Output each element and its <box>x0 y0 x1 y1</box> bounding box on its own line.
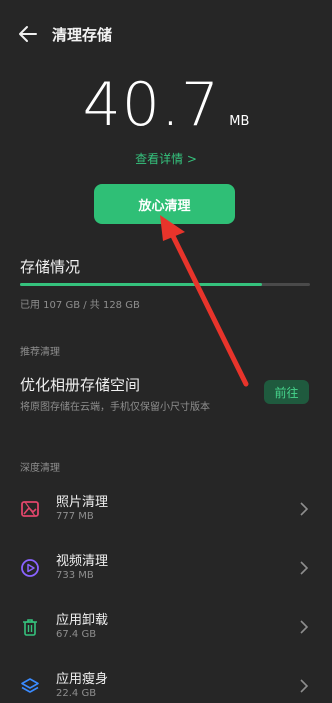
back-arrow-icon[interactable] <box>16 22 40 46</box>
chevron-right-icon <box>300 502 309 516</box>
layers-icon <box>21 678 39 693</box>
video-icon <box>21 559 39 577</box>
safe-clean-button[interactable]: 放心清理 <box>94 184 235 224</box>
photo-icon <box>21 501 39 517</box>
deep-clean-item-photos[interactable]: 照片清理 777 MB <box>0 487 332 537</box>
list-item-size: 22.4 GB <box>56 688 97 699</box>
goto-button[interactable]: 前往 <box>264 380 309 404</box>
junk-size-value: 40.7 <box>82 70 221 140</box>
deep-clean-item-videos[interactable]: 视频清理 733 MB <box>0 546 332 596</box>
list-item-name: 应用瘦身 <box>56 672 109 687</box>
optimize-album-subtitle: 将原图存储在云端，手机仅保留小尺寸版本 <box>20 402 210 413</box>
junk-size-display: 40.7 MB <box>0 70 332 140</box>
chevron-right-icon <box>300 620 309 634</box>
header: 清理存储 <box>0 20 332 48</box>
list-item-size: 733 MB <box>56 570 94 581</box>
storage-usage-text: 已用 107 GB / 共 128 GB <box>20 300 140 311</box>
deep-clean-group-label: 深度清理 <box>20 463 60 474</box>
view-details-link[interactable]: 查看详情 > <box>0 150 332 167</box>
list-item-size: 777 MB <box>56 511 94 522</box>
deep-clean-item-uninstall[interactable]: 应用卸载 67.4 GB <box>0 605 332 655</box>
list-item-size: 67.4 GB <box>56 629 97 640</box>
list-item-name: 应用卸载 <box>56 613 109 628</box>
storage-cleanup-screen: 清理存储 40.7 MB 查看详情 > 放心清理 存储情况 已用 107 GB … <box>0 0 332 703</box>
page-title: 清理存储 <box>52 26 113 44</box>
trash-icon <box>23 619 37 636</box>
chevron-right-icon <box>300 561 309 575</box>
storage-section-title: 存储情况 <box>20 258 81 276</box>
optimize-album-title[interactable]: 优化相册存储空间 <box>20 374 140 395</box>
storage-progress-bar <box>20 283 310 286</box>
storage-progress-fill <box>20 283 263 286</box>
chevron-right-icon <box>300 679 309 693</box>
list-item-name: 照片清理 <box>56 495 109 510</box>
junk-size-unit: MB <box>229 114 250 129</box>
list-item-name: 视频清理 <box>56 554 109 569</box>
deep-clean-item-slim[interactable]: 应用瘦身 22.4 GB <box>0 664 332 703</box>
recommended-group-label: 推荐清理 <box>20 347 60 358</box>
